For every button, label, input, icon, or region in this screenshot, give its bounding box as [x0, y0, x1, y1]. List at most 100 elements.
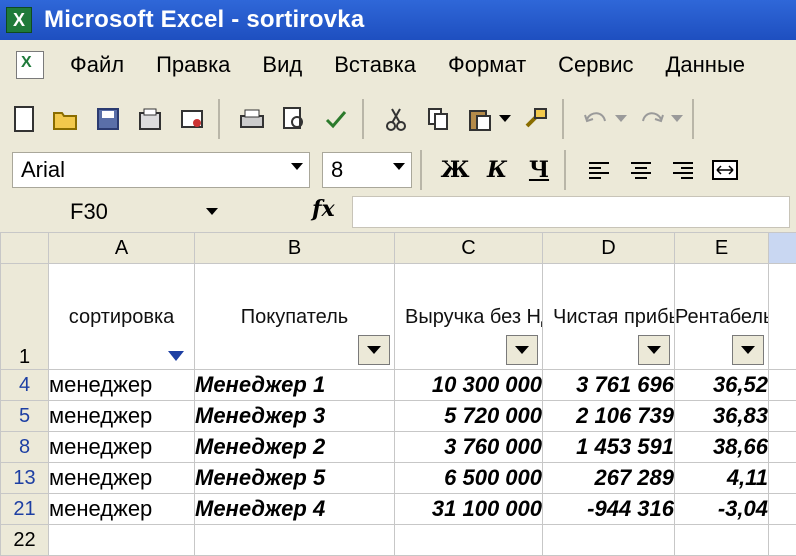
spelling-icon[interactable] [318, 100, 354, 138]
cell-sort[interactable]: менеджер [49, 432, 195, 463]
undo-icon[interactable] [578, 100, 614, 138]
cell-margin[interactable]: 38,66 [675, 432, 769, 463]
autofilter-sorted-icon[interactable] [168, 351, 184, 361]
cell-revenue[interactable]: 31 100 000 [395, 494, 543, 525]
row-header[interactable]: 22 [1, 525, 49, 556]
column-header-f[interactable] [769, 233, 796, 264]
empty-cell[interactable] [543, 525, 675, 556]
menu-edit[interactable]: Правка [156, 52, 230, 78]
bold-button[interactable]: Ж [438, 153, 472, 187]
print-preview-icon[interactable] [276, 100, 312, 138]
cell-profit[interactable]: 1 453 591 [543, 432, 675, 463]
permission-icon[interactable] [132, 100, 168, 138]
cell-margin[interactable]: 36,83 [675, 401, 769, 432]
redo-icon[interactable] [634, 100, 670, 138]
empty-cell[interactable] [769, 494, 796, 525]
autofilter-button[interactable] [638, 335, 670, 365]
cell-buyer[interactable]: Менеджер 5 [195, 463, 395, 494]
column-header-a[interactable]: A [49, 233, 195, 264]
header-cell-buyer[interactable]: Покупатель [195, 264, 395, 370]
menu-data[interactable]: Данные [666, 52, 745, 78]
cell-revenue[interactable]: 10 300 000 [395, 370, 543, 401]
empty-cell[interactable] [395, 525, 543, 556]
cell-margin[interactable]: 4,11 [675, 463, 769, 494]
column-header-d[interactable]: D [543, 233, 675, 264]
paste-icon[interactable] [462, 100, 498, 138]
italic-button[interactable]: К [480, 153, 514, 187]
insert-function-button[interactable]: fx [312, 196, 335, 222]
empty-cell[interactable] [769, 463, 796, 494]
cell-sort[interactable]: менеджер [49, 401, 195, 432]
copy-icon[interactable] [420, 100, 456, 138]
column-header-c[interactable]: C [395, 233, 543, 264]
autofilter-button[interactable] [358, 335, 390, 365]
cell-profit[interactable]: 267 289 [543, 463, 675, 494]
autofilter-button[interactable] [506, 335, 538, 365]
header-cell-margin[interactable]: Рентабельность, % [675, 264, 769, 370]
font-name-select[interactable]: Arial [12, 152, 310, 188]
name-box[interactable]: F30 [6, 196, 194, 228]
underline-button[interactable]: Ч [522, 153, 556, 187]
cell-buyer[interactable]: Менеджер 3 [195, 401, 395, 432]
menu-insert[interactable]: Вставка [334, 52, 416, 78]
format-painter-icon[interactable] [518, 100, 554, 138]
row-header[interactable]: 13 [1, 463, 49, 494]
empty-cell[interactable] [49, 525, 195, 556]
cell-sort[interactable]: менеджер [49, 494, 195, 525]
cell-sort[interactable]: менеджер [49, 370, 195, 401]
menu-format[interactable]: Формат [448, 52, 526, 78]
merge-center-icon[interactable] [708, 153, 742, 187]
header-cell-revenue[interactable]: Выручка без НДС [395, 264, 543, 370]
align-center-icon[interactable] [624, 153, 658, 187]
menu-file[interactable]: Файл [70, 52, 124, 78]
empty-cell[interactable] [769, 432, 796, 463]
cell-buyer[interactable]: Менеджер 4 [195, 494, 395, 525]
autofilter-button[interactable] [732, 335, 764, 365]
select-all-corner[interactable] [1, 233, 49, 264]
row-header[interactable]: 4 [1, 370, 49, 401]
row-header[interactable]: 21 [1, 494, 49, 525]
menu-view[interactable]: Вид [262, 52, 302, 78]
empty-cell[interactable] [769, 401, 796, 432]
chevron-down-icon [515, 346, 529, 354]
window-title: Microsoft Excel - sortirovka [44, 6, 364, 34]
undo-dropdown-icon[interactable] [614, 100, 628, 138]
column-header-e[interactable]: E [675, 233, 769, 264]
cell-buyer[interactable]: Менеджер 1 [195, 370, 395, 401]
font-size-select[interactable]: 8 [322, 152, 412, 188]
empty-cell[interactable] [769, 264, 796, 370]
workbook-icon[interactable] [16, 51, 44, 79]
cell-revenue[interactable]: 6 500 000 [395, 463, 543, 494]
cell-buyer[interactable]: Менеджер 2 [195, 432, 395, 463]
cell-margin[interactable]: 36,52 [675, 370, 769, 401]
new-icon[interactable] [6, 100, 42, 138]
menu-tools[interactable]: Сервис [558, 52, 633, 78]
empty-cell[interactable] [675, 525, 769, 556]
cell-profit[interactable]: 2 106 739 [543, 401, 675, 432]
row-header[interactable]: 1 [1, 264, 49, 370]
cell-revenue[interactable]: 5 720 000 [395, 401, 543, 432]
empty-cell[interactable] [769, 370, 796, 401]
redo-dropdown-icon[interactable] [670, 100, 684, 138]
empty-cell[interactable] [769, 525, 796, 556]
row-header[interactable]: 8 [1, 432, 49, 463]
header-cell-sort[interactable]: сортировка [49, 264, 195, 370]
print-icon[interactable] [234, 100, 270, 138]
email-icon[interactable] [174, 100, 210, 138]
column-header-b[interactable]: B [195, 233, 395, 264]
open-icon[interactable] [48, 100, 84, 138]
cell-sort[interactable]: менеджер [49, 463, 195, 494]
cut-icon[interactable] [378, 100, 414, 138]
row-header[interactable]: 5 [1, 401, 49, 432]
cell-margin[interactable]: -3,04 [675, 494, 769, 525]
cell-profit[interactable]: 3 761 696 [543, 370, 675, 401]
align-left-icon[interactable] [582, 153, 616, 187]
empty-cell[interactable] [195, 525, 395, 556]
save-icon[interactable] [90, 100, 126, 138]
cell-revenue[interactable]: 3 760 000 [395, 432, 543, 463]
paste-dropdown-icon[interactable] [498, 100, 512, 138]
align-right-icon[interactable] [666, 153, 700, 187]
cell-profit[interactable]: -944 316 [543, 494, 675, 525]
header-cell-profit[interactable]: Чистая прибыль [543, 264, 675, 370]
formula-input[interactable] [352, 196, 790, 228]
